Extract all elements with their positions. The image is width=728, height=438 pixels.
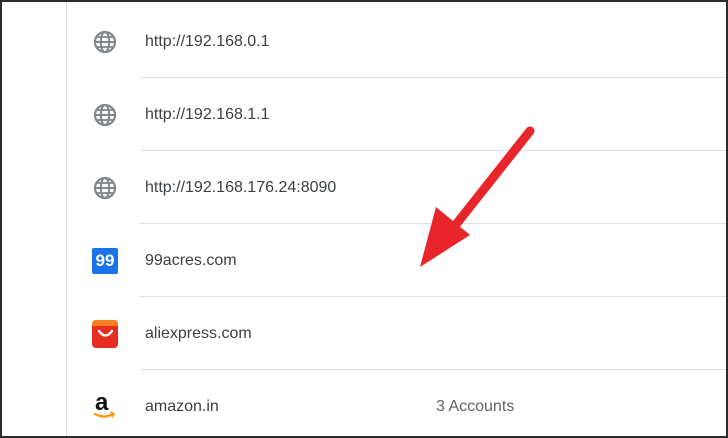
- site-url: amazon.in: [145, 398, 219, 415]
- password-list-item[interactable]: http://192.168.176.24:8090: [67, 151, 726, 224]
- globe-icon: [92, 102, 118, 128]
- password-list-item[interactable]: http://192.168.1.1: [67, 78, 726, 151]
- saved-passwords-list: http://192.168.0.1 http://192.168.1.1 ht…: [66, 2, 726, 436]
- globe-icon: [92, 29, 118, 55]
- password-list-item[interactable]: aliexpress.com: [67, 297, 726, 370]
- site-url: 99acres.com: [145, 252, 237, 269]
- password-list-item[interactable]: 99 99acres.com: [67, 224, 726, 297]
- account-count: 3 Accounts: [436, 398, 515, 415]
- amazon-logo-icon: a: [92, 390, 118, 420]
- site-url: http://192.168.176.24:8090: [145, 179, 337, 196]
- 99acres-logo-icon: 99: [92, 248, 118, 274]
- screenshot-frame: http://192.168.0.1 http://192.168.1.1 ht…: [0, 0, 728, 438]
- aliexpress-logo-icon: [92, 320, 118, 348]
- site-url: http://192.168.0.1: [145, 33, 270, 50]
- password-list-item[interactable]: a amazon.in 3 Accounts: [67, 370, 726, 436]
- site-url: http://192.168.1.1: [145, 106, 270, 123]
- password-list-item[interactable]: http://192.168.0.1: [67, 5, 726, 78]
- site-url: aliexpress.com: [145, 325, 252, 342]
- globe-icon: [92, 175, 118, 201]
- 99acres-logo-text: 99: [92, 248, 118, 274]
